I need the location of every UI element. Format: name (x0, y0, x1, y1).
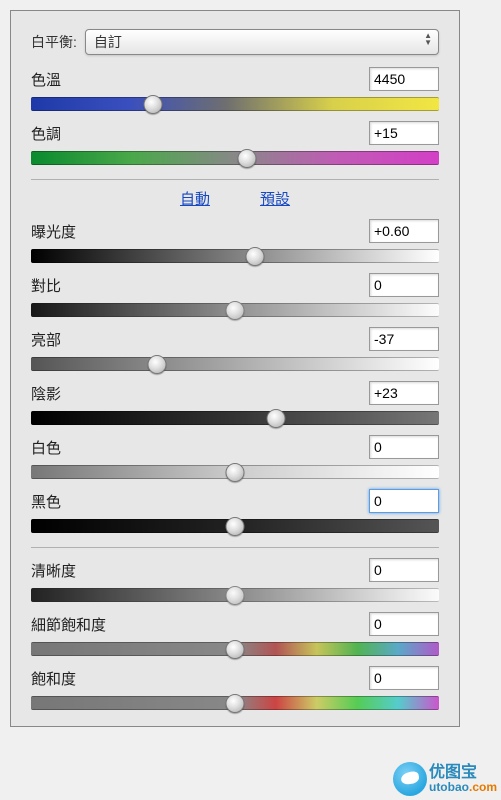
temperature-label: 色溫 (31, 69, 61, 90)
vibrance-slider-handle[interactable] (226, 640, 245, 659)
highlights-slider-handle[interactable] (148, 355, 167, 374)
exposure-row: 曝光度 (31, 219, 439, 263)
tint-value[interactable] (369, 121, 439, 145)
contrast-label: 對比 (31, 275, 61, 296)
tint-slider-handle[interactable] (238, 149, 257, 168)
basic-panel: 白平衡: 自訂 ▲▼ 色溫色調 自動 預設 曝光度對比亮部陰影白色黑色 清晰度細… (10, 10, 460, 727)
shadows-row: 陰影 (31, 381, 439, 425)
whites-slider-handle[interactable] (226, 463, 245, 482)
vibrance-label: 細節飽和度 (31, 614, 106, 635)
highlights-slider[interactable] (31, 357, 439, 371)
tint-slider[interactable] (31, 151, 439, 165)
clarity-label: 清晰度 (31, 560, 76, 581)
blacks-slider-handle[interactable] (226, 517, 245, 536)
clarity-slider-handle[interactable] (226, 586, 245, 605)
auto-default-links: 自動 預設 (31, 188, 439, 209)
exposure-label: 曝光度 (31, 221, 76, 242)
highlights-label: 亮部 (31, 329, 61, 350)
watermark-url: utobao.com (429, 781, 497, 793)
vibrance-slider[interactable] (31, 642, 439, 656)
blacks-slider[interactable] (31, 519, 439, 533)
contrast-slider[interactable] (31, 303, 439, 317)
logo-icon (393, 762, 427, 796)
watermark-name: 优图宝 (429, 765, 497, 781)
watermark: 优图宝 utobao.com (393, 762, 497, 796)
whites-value[interactable] (369, 435, 439, 459)
tint-row: 色調 (31, 121, 439, 165)
temperature-value[interactable] (369, 67, 439, 91)
shadows-value[interactable] (369, 381, 439, 405)
exposure-value[interactable] (369, 219, 439, 243)
saturation-slider[interactable] (31, 696, 439, 710)
blacks-label: 黑色 (31, 491, 61, 512)
contrast-slider-handle[interactable] (226, 301, 245, 320)
saturation-row: 飽和度 (31, 666, 439, 710)
shadows-slider-handle[interactable] (266, 409, 285, 428)
whites-label: 白色 (31, 437, 61, 458)
white-balance-row: 白平衡: 自訂 ▲▼ (31, 29, 439, 55)
highlights-row: 亮部 (31, 327, 439, 371)
exposure-slider[interactable] (31, 249, 439, 263)
divider (31, 547, 439, 548)
white-balance-value: 自訂 (94, 32, 122, 52)
contrast-value[interactable] (369, 273, 439, 297)
clarity-value[interactable] (369, 558, 439, 582)
clarity-row: 清晰度 (31, 558, 439, 602)
blacks-value[interactable] (369, 489, 439, 513)
saturation-value[interactable] (369, 666, 439, 690)
saturation-slider-handle[interactable] (226, 694, 245, 713)
auto-link[interactable]: 自動 (180, 188, 210, 209)
tint-label: 色調 (31, 123, 61, 144)
temperature-row: 色溫 (31, 67, 439, 111)
clarity-slider[interactable] (31, 588, 439, 602)
temperature-slider[interactable] (31, 97, 439, 111)
highlights-value[interactable] (369, 327, 439, 351)
divider (31, 179, 439, 180)
vibrance-row: 細節飽和度 (31, 612, 439, 656)
saturation-label: 飽和度 (31, 668, 76, 689)
contrast-row: 對比 (31, 273, 439, 317)
blacks-row: 黑色 (31, 489, 439, 533)
updown-icon: ▲▼ (424, 32, 432, 46)
whites-row: 白色 (31, 435, 439, 479)
vibrance-value[interactable] (369, 612, 439, 636)
temperature-slider-handle[interactable] (144, 95, 163, 114)
white-balance-label: 白平衡: (31, 32, 77, 52)
whites-slider[interactable] (31, 465, 439, 479)
shadows-slider[interactable] (31, 411, 439, 425)
exposure-slider-handle[interactable] (246, 247, 265, 266)
white-balance-select[interactable]: 自訂 ▲▼ (85, 29, 439, 55)
default-link[interactable]: 預設 (260, 188, 290, 209)
shadows-label: 陰影 (31, 383, 61, 404)
